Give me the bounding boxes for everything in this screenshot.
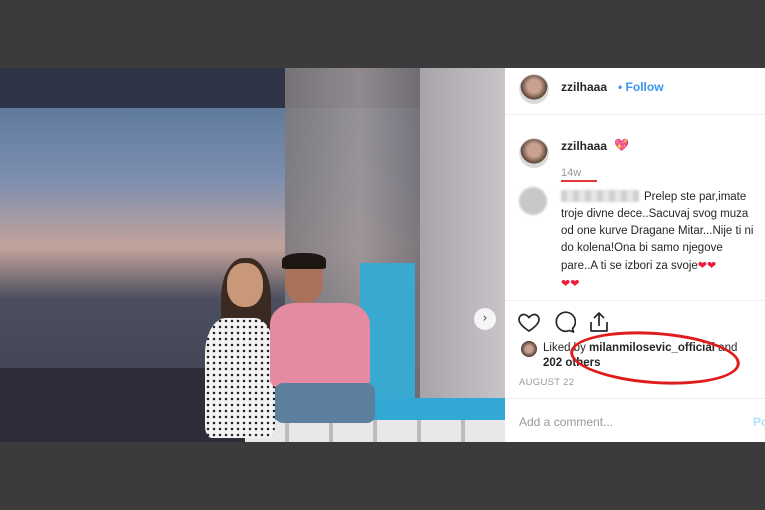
share-icon[interactable]: [587, 310, 611, 334]
heart-emoji-icon: 💖: [614, 138, 629, 152]
divider: [505, 398, 765, 399]
post-photo[interactable]: ›: [0, 68, 505, 442]
post-side-panel: zzilhaaa • Follow zzilhaaa 💖 14w Prelep …: [505, 68, 765, 442]
caption-username[interactable]: zzilhaaa: [561, 139, 607, 153]
blurred-commenter-avatar[interactable]: [519, 187, 547, 215]
avatar[interactable]: [519, 74, 549, 104]
photo-man: [270, 248, 400, 442]
chevron-right-icon[interactable]: ›: [474, 308, 496, 330]
header-username[interactable]: zzilhaaa: [561, 80, 607, 94]
add-comment-input[interactable]: Add a comment...: [519, 415, 613, 429]
caption-avatar[interactable]: [519, 138, 549, 168]
comment-bubble-icon[interactable]: [552, 310, 576, 334]
heart-icon: ❤❤: [697, 259, 717, 272]
heart-icon: ❤❤: [561, 277, 580, 290]
post-date: AUGUST 22: [519, 377, 575, 388]
post-button[interactable]: Post: [753, 415, 765, 429]
comment-text: Prelep ste par,imate troje divne dece..S…: [561, 189, 756, 293]
heart-outline-icon[interactable]: [517, 310, 541, 334]
follow-button[interactable]: • Follow: [618, 80, 664, 94]
follow-label: Follow: [625, 80, 664, 94]
annotation-underline: [561, 180, 597, 182]
separator-dot: •: [618, 80, 623, 94]
top-frame: [0, 0, 765, 68]
liker-avatar[interactable]: [521, 341, 537, 357]
post-header: zzilhaaa • Follow: [505, 68, 765, 115]
comment-body: Prelep ste par,imate troje divne dece..S…: [561, 191, 754, 272]
photo-wall: [420, 68, 505, 442]
divider: [505, 300, 765, 301]
bottom-frame: [0, 442, 765, 510]
post-time-ago[interactable]: 14w: [561, 167, 581, 179]
